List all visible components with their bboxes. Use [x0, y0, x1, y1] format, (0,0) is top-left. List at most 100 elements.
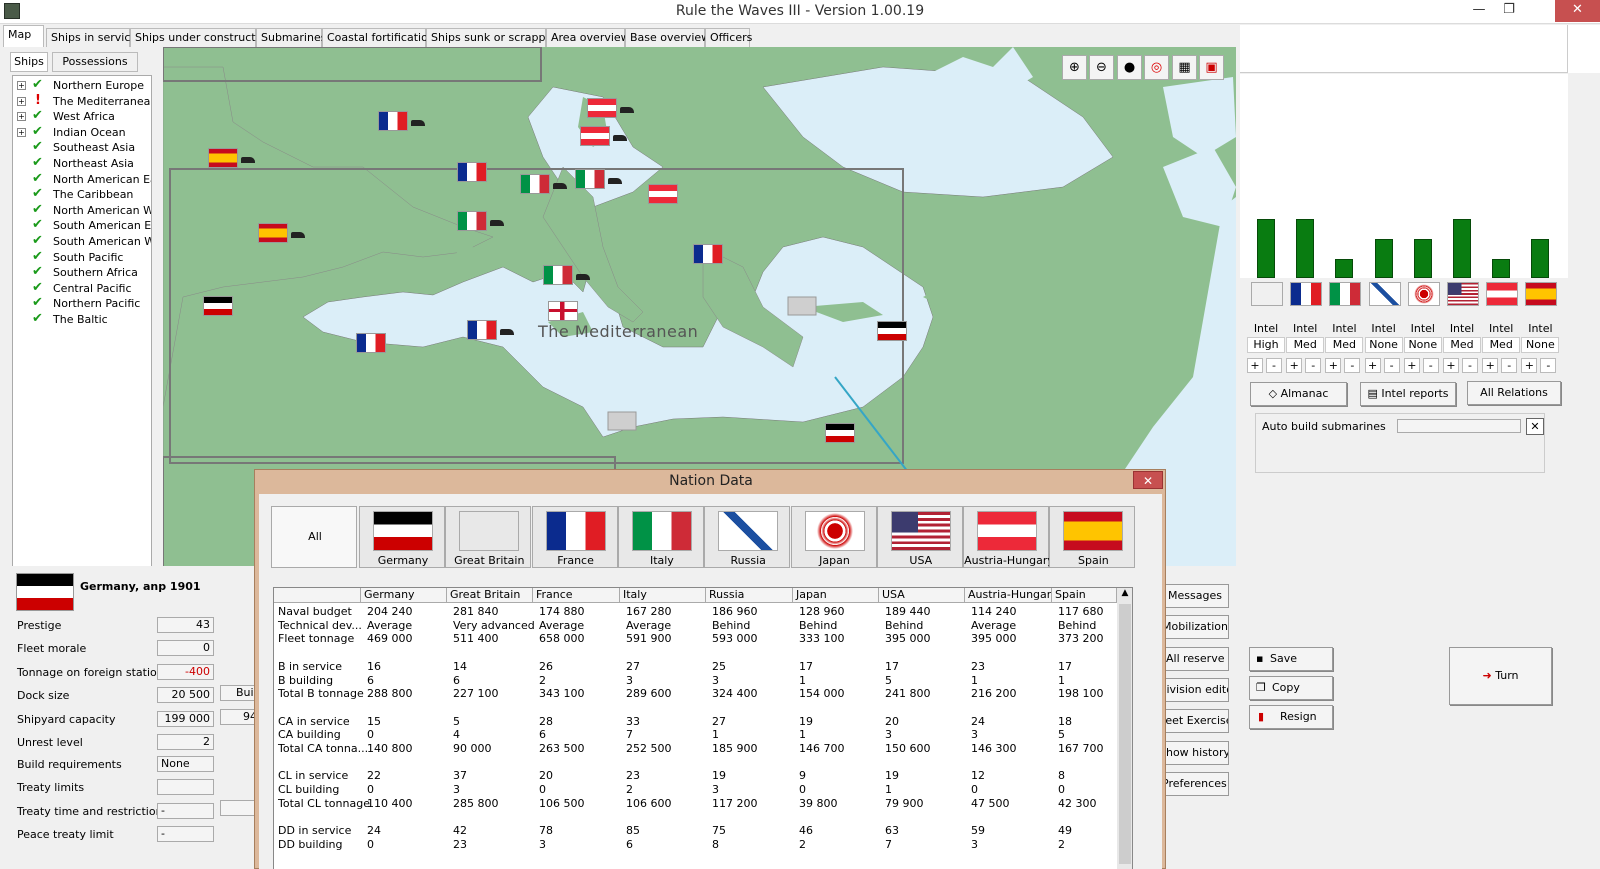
tab-ships[interactable]: Ships	[10, 52, 48, 72]
decrease-intel-button[interactable]: -	[1344, 358, 1361, 373]
tab-ships-under-construction[interactable]: Ships under construction	[130, 28, 272, 47]
tab-spain[interactable]: Spain	[1049, 506, 1136, 568]
show-history-button[interactable]: Show history	[1163, 741, 1229, 765]
austria-hungary-fleet-flag[interactable]	[580, 126, 610, 146]
tab-great-britain[interactable]: Great Britain	[445, 506, 532, 568]
auto-build-field[interactable]	[1397, 419, 1521, 433]
increase-intel-button[interactable]: +	[1325, 358, 1342, 373]
table-header-cell[interactable]: USA	[879, 588, 965, 603]
copy-game-button[interactable]: ❐Copy game	[1249, 676, 1333, 716]
turn-button[interactable]: ➜ Turn	[1449, 647, 1552, 705]
table-vscrollbar[interactable]: ▲	[1117, 588, 1132, 869]
italy-flag[interactable]	[1329, 282, 1362, 306]
italy-fleet-flag[interactable]	[575, 169, 605, 189]
tab-base-overview[interactable]: Base overview	[625, 28, 710, 47]
increase-intel-button[interactable]: +	[1443, 358, 1459, 373]
scroll-up-icon[interactable]: ▲	[1117, 588, 1132, 598]
messages-button[interactable]: Messages	[1163, 584, 1229, 608]
tree-item[interactable]: ✔ North American East	[13, 171, 151, 187]
increase-intel-button[interactable]: +	[1521, 358, 1538, 373]
tab-italy[interactable]: Italy	[617, 506, 704, 568]
scroll-thumb[interactable]	[1119, 604, 1131, 864]
austria-hungary-fleet-flag[interactable]	[648, 184, 678, 204]
tree-item[interactable]: + ✔ Northern Europe	[13, 78, 151, 93]
tree-item[interactable]: ✔ The Baltic	[13, 312, 151, 327]
increase-intel-button[interactable]: +	[1482, 358, 1499, 373]
increase-intel-button[interactable]: +	[1247, 358, 1263, 373]
increase-intel-button[interactable]: +	[1403, 358, 1420, 373]
tab-austria-hungary[interactable]: Austria-Hungary	[963, 506, 1054, 568]
tree-item[interactable]: + ✔ Indian Ocean	[13, 124, 151, 140]
decrease-intel-button[interactable]: -	[1540, 358, 1557, 373]
tree-item[interactable]: ✔ Northern Pacific	[13, 296, 151, 311]
tab-russia[interactable]: Russia	[704, 506, 791, 568]
japan-flag[interactable]	[1407, 282, 1440, 306]
tree-item[interactable]: ✔ Northeast Asia	[13, 156, 151, 171]
italy-fleet-flag[interactable]	[520, 174, 550, 194]
tab-france[interactable]: France	[531, 506, 618, 568]
grid-icon[interactable]: ▣	[1199, 55, 1224, 80]
germany-fleet-flag[interactable]	[877, 321, 907, 341]
tree-item[interactable]: +! The Mediterranean	[13, 93, 151, 109]
france-fleet-flag[interactable]	[356, 333, 386, 353]
germany-fleet-flag[interactable]	[825, 423, 855, 443]
almanac-button[interactable]: ◇ Almanac	[1250, 382, 1347, 406]
tree-item[interactable]: ✔ South American Wes	[13, 234, 151, 249]
russia-flag[interactable]	[1368, 282, 1401, 306]
fleet-icon[interactable]: ▦	[1172, 55, 1197, 80]
france-fleet-flag[interactable]	[693, 244, 723, 264]
usa-flag[interactable]	[1447, 282, 1479, 306]
table-header-cell[interactable]: Italy	[620, 588, 706, 603]
decrease-intel-button[interactable]: -	[1462, 358, 1478, 373]
decrease-intel-button[interactable]: -	[1266, 358, 1282, 373]
table-header-cell[interactable]: Germany	[361, 588, 447, 603]
mobilization-button[interactable]: Mobilization	[1163, 615, 1229, 639]
france-flag[interactable]	[1290, 282, 1323, 306]
tab-ships-in-service[interactable]: Ships in service	[46, 28, 137, 47]
increase-intel-button[interactable]: +	[1286, 358, 1303, 373]
zoom-in-icon[interactable]: ⊕	[1062, 55, 1087, 80]
tab-area-overview[interactable]: Area overview	[546, 28, 630, 47]
tree-item[interactable]: ✔ Southeast Asia	[13, 140, 151, 155]
expand-icon[interactable]: +	[17, 81, 26, 90]
tab-submarines[interactable]: Submarines	[256, 28, 326, 47]
minimize-button[interactable]: —	[1464, 0, 1494, 22]
tab-all-nations[interactable]: All	[271, 506, 357, 568]
tab-germany[interactable]: Germany	[359, 506, 445, 568]
austria-hungary-fleet-flag[interactable]	[587, 98, 617, 118]
france-fleet-flag[interactable]	[467, 320, 497, 340]
all-reserve-button[interactable]: All reserve	[1163, 647, 1229, 671]
preferences-button[interactable]: Preferences	[1163, 772, 1229, 796]
spain-fleet-flag[interactable]	[258, 223, 288, 243]
table-header-cell[interactable]: Russia	[706, 588, 793, 603]
table-header-cell[interactable]: Great Britain	[447, 588, 533, 603]
close-button[interactable]: ✕	[1555, 0, 1600, 22]
intel-reports-button[interactable]: ▤ Intel reports	[1360, 382, 1456, 406]
great-britain-fleet-flag[interactable]	[548, 301, 578, 321]
tab-coastal-fortifications[interactable]: Coastal fortifications	[322, 28, 441, 47]
save-button[interactable]: ▪ Save	[1249, 647, 1333, 671]
expand-icon[interactable]: +	[17, 96, 26, 106]
spain-flag[interactable]	[1525, 282, 1558, 306]
spain-fleet-flag[interactable]	[208, 148, 238, 168]
decrease-intel-button[interactable]: -	[1305, 358, 1322, 373]
expand-icon[interactable]: +	[17, 112, 26, 122]
france-fleet-flag[interactable]	[378, 111, 408, 131]
tab-usa[interactable]: USA	[876, 506, 963, 568]
info-scrollbar[interactable]	[1568, 25, 1600, 73]
table-header-cell[interactable]: Austria-Hungary	[965, 588, 1052, 603]
great-britain-flag[interactable]	[1251, 282, 1283, 306]
france-fleet-flag[interactable]	[457, 162, 487, 182]
tab-possessions[interactable]: Possessions	[52, 52, 138, 72]
table-header-cell[interactable]: Japan	[793, 588, 879, 603]
tree-item[interactable]: ✔ South Pacific	[13, 249, 151, 265]
resign-button[interactable]: ▮ Resign	[1249, 705, 1333, 729]
italy-fleet-flag[interactable]	[543, 265, 573, 285]
decrease-intel-button[interactable]: -	[1422, 358, 1439, 373]
tab-map[interactable]: Map	[3, 25, 44, 47]
tree-item[interactable]: ✔ Central Pacific	[13, 280, 151, 296]
tab-ships-sunk[interactable]: Ships sunk or scrapped	[426, 28, 559, 47]
tree-item[interactable]: ✔ Southern Africa	[13, 265, 151, 280]
decrease-intel-button[interactable]: -	[1501, 358, 1518, 373]
germany-fleet-flag[interactable]	[203, 296, 233, 316]
